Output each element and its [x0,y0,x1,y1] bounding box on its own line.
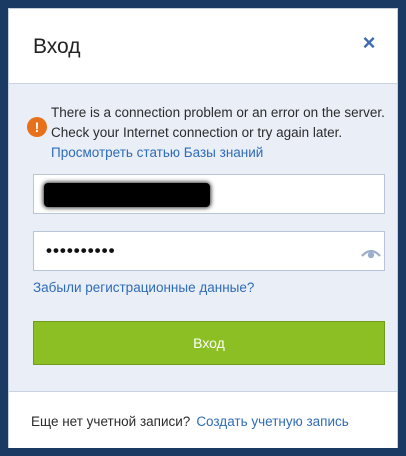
dialog-title: Вход [33,35,81,58]
dialog-header: Вход × [9,9,397,84]
no-account-prompt: Еще нет учетной записи? [31,414,191,429]
forgot-credentials-link[interactable]: Забыли регистрационные данные? [33,280,254,295]
knowledge-base-link[interactable]: Просмотреть статью Базы знаний [51,145,263,160]
warning-icon: ! [27,117,47,137]
close-icon[interactable]: × [357,31,381,55]
dialog-footer: Еще нет учетной записи? Создать учетную з… [9,391,397,448]
password-value: •••••••••• [46,241,116,260]
redacted-username [44,183,210,207]
password-field[interactable]: •••••••••• [33,231,385,271]
login-dialog: Вход × ! There is a connection problem o… [8,8,398,448]
create-account-link[interactable]: Создать учетную запись [196,414,349,429]
username-field[interactable] [33,174,385,214]
error-text: There is a connection problem or an erro… [51,105,385,140]
login-button[interactable]: Вход [33,321,385,365]
eye-icon[interactable] [360,242,382,262]
